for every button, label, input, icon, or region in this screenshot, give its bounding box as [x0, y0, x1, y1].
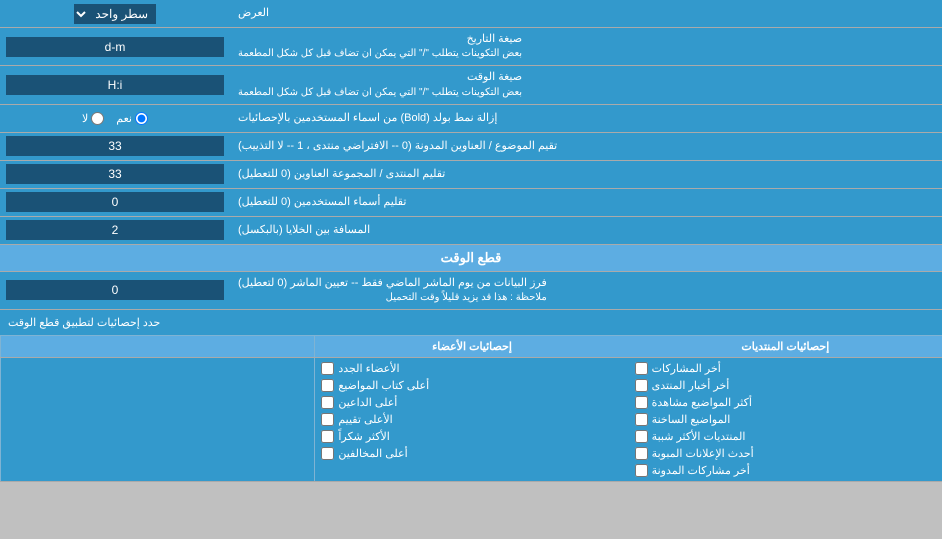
forum-order-input-cell	[0, 161, 230, 188]
forum-order-row: تقليم المنتدى / المجموعة العناوين (0 للت…	[0, 161, 942, 189]
bold-remove-row: إزالة نمط بولد (Bold) من اسماء المستخدمي…	[0, 105, 942, 133]
cells-spacing-row: المسافة بين الخلايا (بالبكسل)	[0, 217, 942, 245]
checkbox-wrapper: أخر المشاركات أخر أخبار المنتدى أكثر الم…	[0, 358, 942, 481]
time-format-row: صيغة الوقت بعض التكوينات يتطلب "/" التي …	[0, 66, 942, 104]
list-item: أعلى المخالفين	[321, 445, 622, 462]
checkbox-top-rated[interactable]	[321, 413, 334, 426]
col2-header: إحصائيات الأعضاء	[314, 336, 628, 357]
list-item: أعلى كتاب المواضيع	[321, 377, 622, 394]
checkbox-headers: إحصائيات المنتديات إحصائيات الأعضاء	[0, 336, 942, 358]
list-item: أخر أخبار المنتدى	[635, 377, 936, 394]
col3-header	[0, 336, 314, 357]
topics-order-input[interactable]	[6, 136, 224, 156]
cells-spacing-input-cell	[0, 217, 230, 244]
col1-header: إحصائيات المنتديات	[629, 336, 942, 357]
topics-order-label: تقيم الموضوع / العناوين المدونة (0 -- ال…	[230, 133, 942, 160]
checkbox-top-writers[interactable]	[321, 379, 334, 392]
checkbox-most-thanked[interactable]	[321, 430, 334, 443]
main-container: العرض سطر واحد سطران ثلاثة أسطر صيغة الت…	[0, 0, 942, 482]
list-item: أخر المشاركات	[635, 360, 936, 377]
checkbox-top-violators[interactable]	[321, 447, 334, 460]
date-format-row: صيغة التاريخ بعض التكوينات يتطلب "/" الت…	[0, 28, 942, 66]
list-item: المنتديات الأكثر شببة	[635, 428, 936, 445]
bold-radio-yes[interactable]: نعم	[116, 112, 148, 125]
cutoff-input[interactable]	[6, 280, 224, 300]
checkbox-top-inviters[interactable]	[321, 396, 334, 409]
checkbox-col2: الأعضاء الجدد أعلى كتاب المواضيع أعلى ال…	[314, 358, 628, 481]
list-item: أحدث الإعلانات المبوبة	[635, 445, 936, 462]
users-order-row: تقليم أسماء المستخدمين (0 للتعطيل)	[0, 189, 942, 217]
list-item: الأكثر شكراً	[321, 428, 622, 445]
date-format-input[interactable]	[6, 37, 224, 57]
display-mode-label: العرض	[230, 0, 942, 27]
list-item: الأعلى تقييم	[321, 411, 622, 428]
checkbox-views[interactable]	[635, 396, 648, 409]
forum-order-input[interactable]	[6, 164, 224, 184]
checkbox-hot[interactable]	[635, 413, 648, 426]
time-format-input-cell	[0, 66, 230, 103]
time-format-input[interactable]	[6, 75, 224, 95]
list-item: الأعضاء الجدد	[321, 360, 622, 377]
cutoff-row: فرز البيانات من يوم الماشر الماضي فقط --…	[0, 272, 942, 310]
checkbox-news[interactable]	[635, 379, 648, 392]
forum-order-label: تقليم المنتدى / المجموعة العناوين (0 للت…	[230, 161, 942, 188]
cells-spacing-input[interactable]	[6, 220, 224, 240]
bold-radio-no[interactable]: لا	[82, 112, 104, 125]
stats-section: حدد إحصائيات لتطبيق قطع الوقت إحصائيات ا…	[0, 310, 942, 482]
checkbox-popular-forums[interactable]	[635, 430, 648, 443]
cutoff-section-header: قطع الوقت	[0, 245, 942, 272]
cutoff-label: فرز البيانات من يوم الماشر الماضي فقط --…	[230, 272, 942, 309]
bold-remove-label: إزالة نمط بولد (Bold) من اسماء المستخدمي…	[230, 105, 942, 132]
checkbox-col1: أخر المشاركات أخر أخبار المنتدى أكثر الم…	[629, 358, 942, 481]
checkbox-col3	[0, 358, 314, 481]
cells-spacing-label: المسافة بين الخلايا (بالبكسل)	[230, 217, 942, 244]
time-format-label: صيغة الوقت بعض التكوينات يتطلب "/" التي …	[230, 66, 942, 103]
checkbox-blog-posts[interactable]	[635, 464, 648, 477]
apply-label: حدد إحصائيات لتطبيق قطع الوقت	[0, 310, 942, 335]
checkbox-posts[interactable]	[635, 362, 648, 375]
display-mode-row: العرض سطر واحد سطران ثلاثة أسطر	[0, 0, 942, 28]
display-mode-select[interactable]: سطر واحد سطران ثلاثة أسطر	[74, 4, 156, 24]
list-item: أعلى الداعين	[321, 394, 622, 411]
display-mode-input-cell: سطر واحد سطران ثلاثة أسطر	[0, 0, 230, 27]
checkbox-new-members[interactable]	[321, 362, 334, 375]
users-order-input-cell	[0, 189, 230, 216]
users-order-input[interactable]	[6, 192, 224, 212]
cutoff-input-cell	[0, 272, 230, 309]
bold-remove-radio-cell: نعم لا	[0, 105, 230, 132]
list-item: أخر مشاركات المدونة	[635, 462, 936, 479]
users-order-label: تقليم أسماء المستخدمين (0 للتعطيل)	[230, 189, 942, 216]
topics-order-input-cell	[0, 133, 230, 160]
checkbox-announcements[interactable]	[635, 447, 648, 460]
list-item: المواضيع الساخنة	[635, 411, 936, 428]
list-item: أكثر المواضيع مشاهدة	[635, 394, 936, 411]
date-format-label: صيغة التاريخ بعض التكوينات يتطلب "/" الت…	[230, 28, 942, 65]
topics-order-row: تقيم الموضوع / العناوين المدونة (0 -- ال…	[0, 133, 942, 161]
date-format-input-cell	[0, 28, 230, 65]
